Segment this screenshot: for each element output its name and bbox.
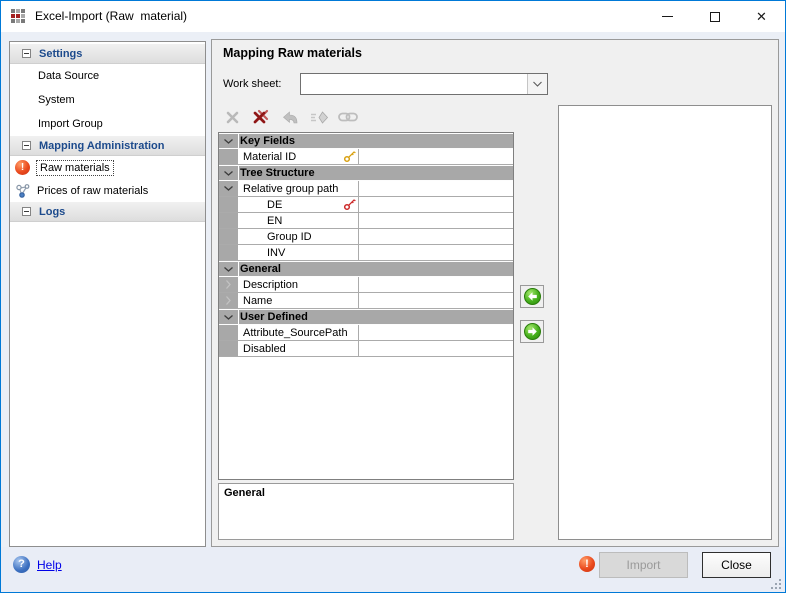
green-arrow-left-icon: [524, 288, 541, 305]
sidebar-section-settings[interactable]: Settings: [10, 44, 205, 64]
table-group-tree-structure[interactable]: Tree Structure: [219, 165, 513, 181]
table-row[interactable]: INV: [219, 245, 513, 261]
mapping-table: Key Fields Material ID Tree Structure Re…: [218, 132, 514, 480]
error-icon: !: [579, 556, 595, 572]
table-row[interactable]: Group ID: [219, 229, 513, 245]
green-arrow-right-icon: [524, 323, 541, 340]
mapping-value-cell[interactable]: [359, 293, 513, 308]
resize-grip[interactable]: [769, 577, 781, 589]
mapping-value-cell[interactable]: [359, 229, 513, 244]
chevron-down-icon: [224, 186, 233, 191]
mapping-value-cell[interactable]: [359, 245, 513, 260]
chevron-down-icon: [224, 139, 233, 144]
mapping-value-cell[interactable]: [359, 213, 513, 228]
collapse-icon[interactable]: [22, 49, 31, 58]
chevron-down-icon: [533, 81, 542, 87]
chevron-right-icon: [226, 280, 231, 289]
map-left-button[interactable]: [520, 285, 544, 308]
sidebar-item-import-group[interactable]: Import Group: [10, 112, 205, 136]
link-icon[interactable]: [338, 107, 358, 127]
worksheet-columns-list[interactable]: [558, 105, 772, 540]
undo-icon[interactable]: [280, 107, 300, 127]
table-row[interactable]: Disabled: [219, 341, 513, 357]
app-icon: [11, 9, 27, 25]
sidebar-section-logs[interactable]: Logs: [10, 202, 205, 222]
sidebar-item-prices-of-raw-materials[interactable]: Prices of raw materials: [10, 179, 205, 202]
key-icon-yellow: [343, 150, 356, 166]
worksheet-value: [301, 74, 527, 94]
key-icon-red: [343, 198, 356, 214]
auto-map-icon[interactable]: [309, 107, 329, 127]
sidebar-section-mapping-administration[interactable]: Mapping Administration: [10, 136, 205, 156]
chevron-right-icon: [226, 296, 231, 305]
mapping-value-cell[interactable]: [359, 277, 513, 292]
table-row[interactable]: DE: [219, 197, 513, 213]
chevron-down-icon: [224, 267, 233, 272]
table-row[interactable]: Description: [219, 277, 513, 293]
close-icon: ✕: [756, 10, 767, 23]
table-row[interactable]: Name: [219, 293, 513, 309]
table-row[interactable]: Relative group path: [219, 181, 513, 197]
collapse-icon[interactable]: [22, 207, 31, 216]
close-button[interactable]: ✕: [738, 1, 785, 32]
worksheet-label: Work sheet:: [223, 78, 282, 90]
description-group-box: General: [218, 483, 514, 540]
minimize-button[interactable]: [644, 1, 691, 32]
table-row[interactable]: EN: [219, 213, 513, 229]
table-row[interactable]: Attribute_SourcePath: [219, 325, 513, 341]
collapse-icon[interactable]: [22, 141, 31, 150]
help-link[interactable]: Help: [37, 558, 62, 572]
group-box-title: General: [219, 484, 513, 499]
table-group-key-fields[interactable]: Key Fields: [219, 133, 513, 149]
mapping-value-cell[interactable]: [359, 325, 513, 340]
chevron-down-icon: [224, 315, 233, 320]
delete-all-mappings-icon[interactable]: [251, 107, 271, 127]
table-group-user-defined[interactable]: User Defined: [219, 309, 513, 325]
mapping-value-cell[interactable]: [359, 149, 513, 164]
table-group-general[interactable]: General: [219, 261, 513, 277]
excel-import-dialog: Excel-Import (Raw material) ✕ Settings D…: [0, 0, 786, 593]
footer-bar: ? Help ! Import Close: [1, 547, 785, 593]
minimize-icon: [662, 16, 673, 17]
window-title: Excel-Import (Raw material): [35, 1, 187, 32]
combo-dropdown-button[interactable]: [527, 74, 547, 94]
relations-icon: [15, 183, 31, 199]
sidebar-item-raw-materials[interactable]: ! Raw materials: [10, 156, 205, 179]
navigation-sidebar: Settings Data Source System Import Group…: [9, 41, 206, 547]
close-dialog-button[interactable]: Close: [702, 552, 771, 578]
sidebar-item-data-source[interactable]: Data Source: [10, 64, 205, 88]
worksheet-select[interactable]: [300, 73, 548, 95]
table-row[interactable]: Material ID: [219, 149, 513, 165]
sidebar-item-system[interactable]: System: [10, 88, 205, 112]
mapping-value-cell[interactable]: [359, 341, 513, 356]
page-title: Mapping Raw materials: [223, 46, 362, 60]
mapping-panel: Mapping Raw materials Work sheet:: [211, 39, 779, 547]
maximize-button[interactable]: [691, 1, 738, 32]
mapping-value-cell[interactable]: [359, 197, 513, 212]
titlebar: Excel-Import (Raw material) ✕: [1, 1, 785, 32]
import-button[interactable]: Import: [599, 552, 688, 578]
maximize-icon: [710, 12, 720, 22]
map-right-button[interactable]: [520, 320, 544, 343]
mapping-toolbar: [218, 104, 514, 130]
help-icon: ?: [13, 556, 30, 573]
chevron-down-icon: [224, 171, 233, 176]
error-icon: !: [15, 160, 30, 175]
mapping-value-cell[interactable]: [359, 181, 513, 196]
delete-mapping-icon[interactable]: [222, 107, 242, 127]
